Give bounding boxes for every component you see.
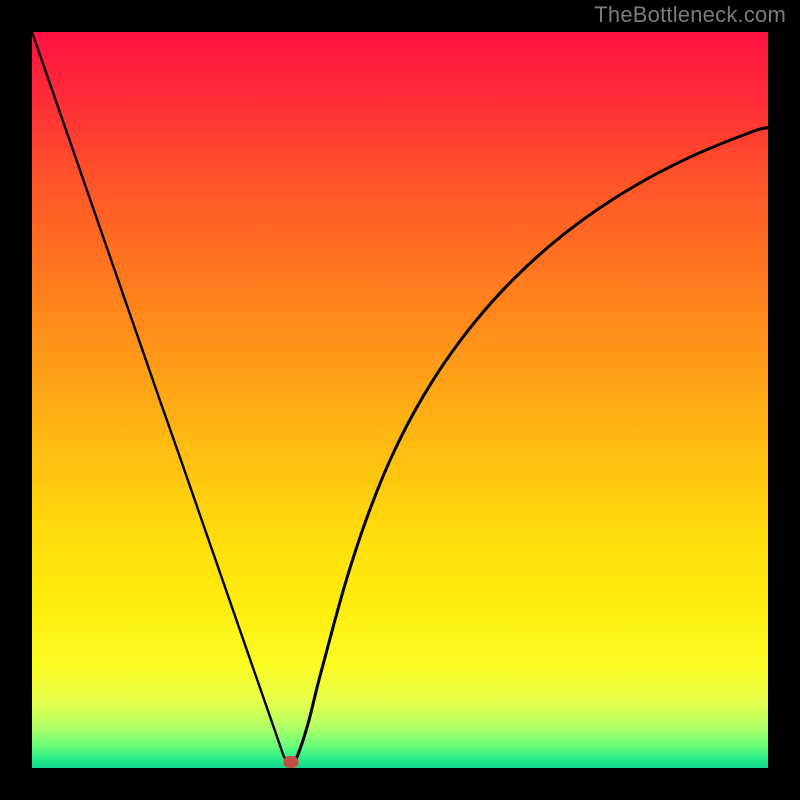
- plot-area: [32, 32, 768, 768]
- watermark-text: TheBottleneck.com: [594, 2, 786, 28]
- chart-frame: TheBottleneck.com: [0, 0, 800, 800]
- bottleneck-point-marker: [284, 756, 299, 768]
